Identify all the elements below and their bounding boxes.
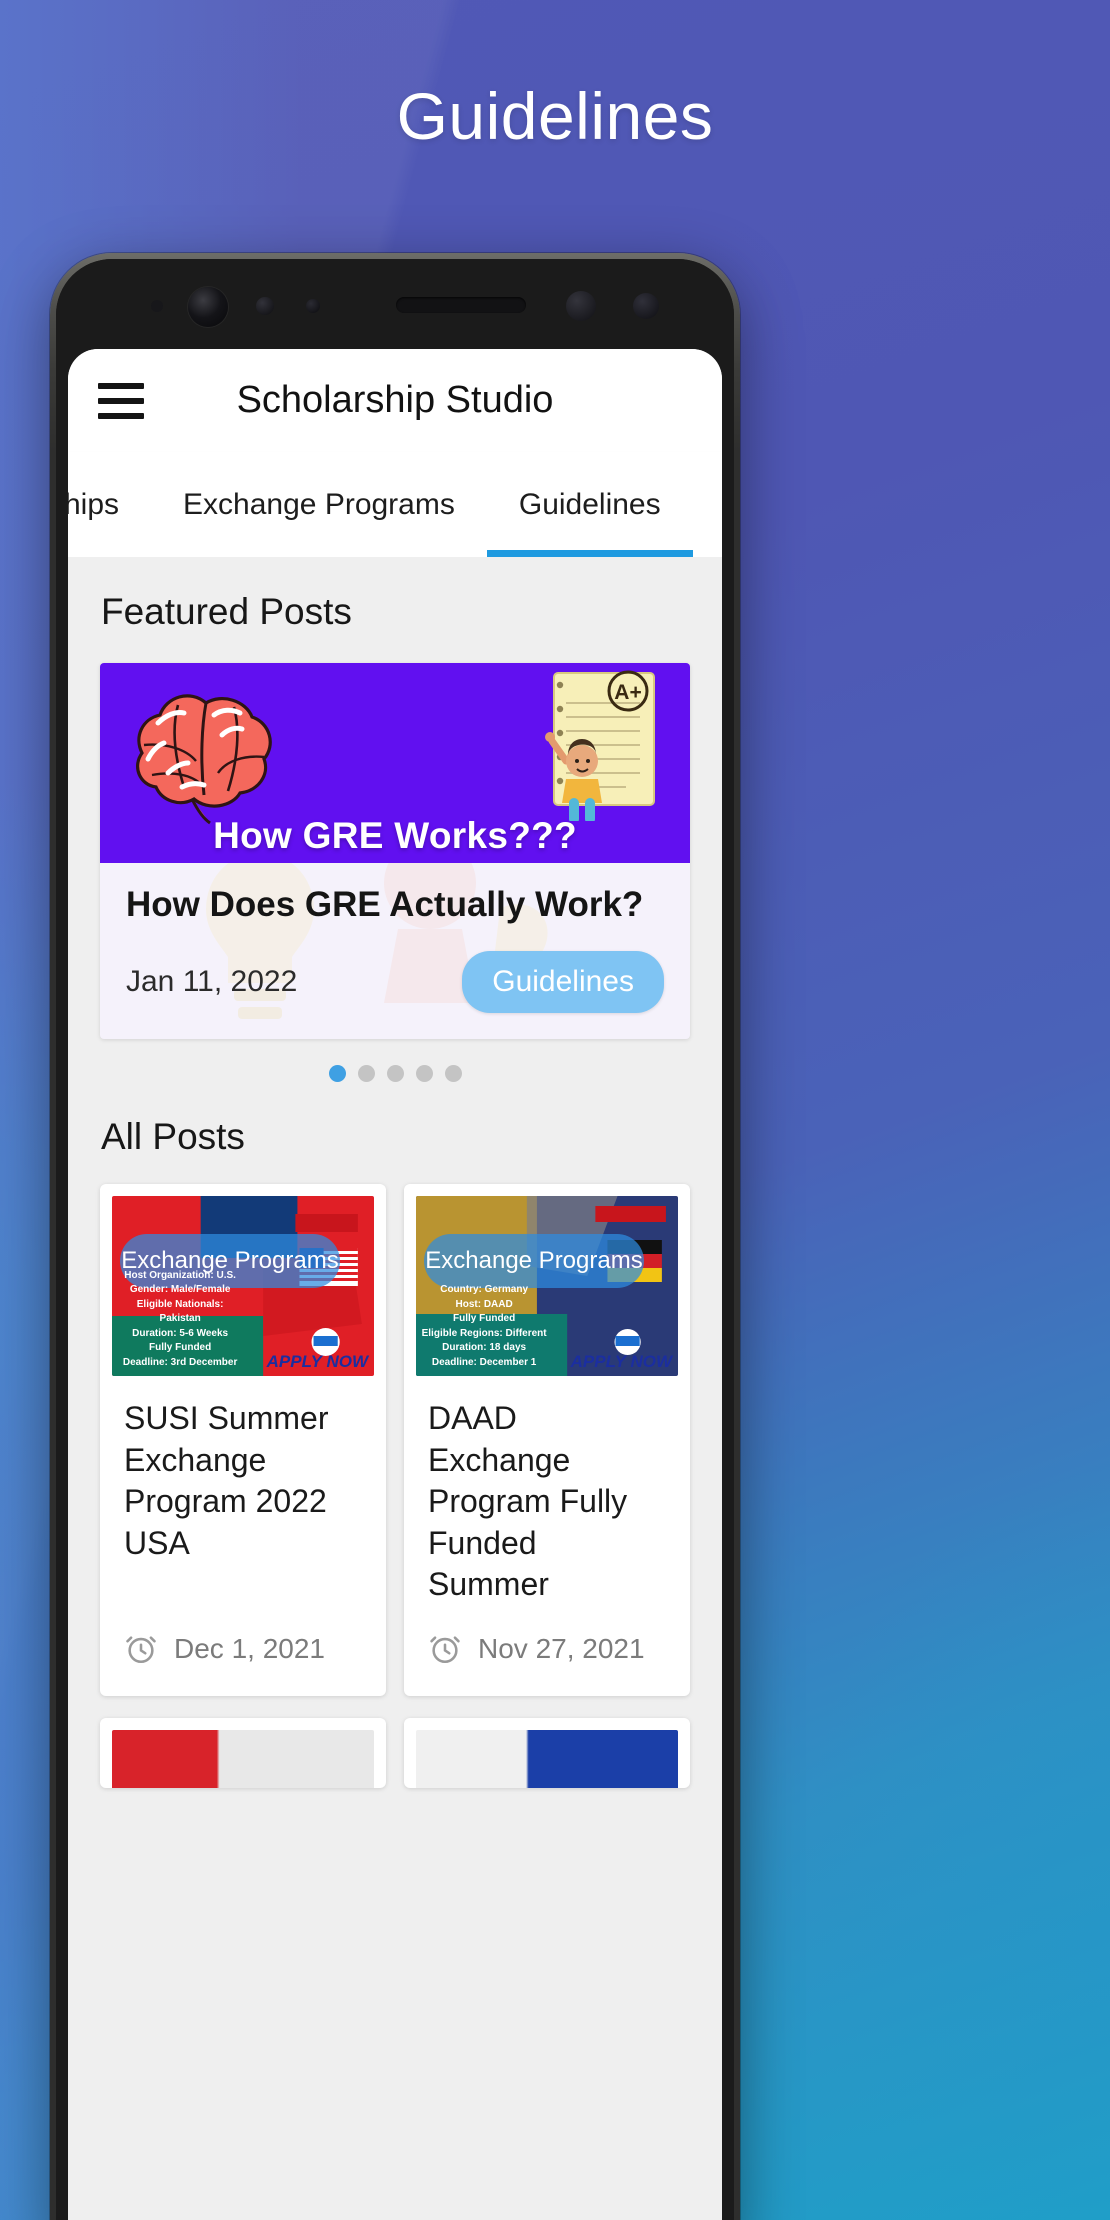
post-card[interactable] (100, 1717, 386, 1788)
app-title: Scholarship Studio (236, 379, 554, 421)
tab-scholarships[interactable]: hips (68, 452, 151, 557)
featured-post-title: How Does GRE Actually Work? (126, 885, 644, 924)
thumb-line: Country: Germany (440, 1284, 529, 1295)
post-thumb-cta: APPLY NOW (570, 1352, 672, 1371)
all-posts-heading: All Posts (101, 1116, 245, 1157)
carousel-dot-3[interactable] (386, 1065, 404, 1082)
post-card[interactable]: Exchange Programs Host Organization: U.S… (100, 1184, 386, 1696)
proximity-sensor-icon (256, 297, 274, 315)
banner-caption: How GRE Works??? (213, 815, 577, 856)
post-thumbnail (416, 1729, 678, 1788)
svg-text:A+: A+ (614, 681, 641, 704)
thumb-line: Deadline: 3rd December (122, 1356, 238, 1368)
earpiece-speaker-icon (396, 297, 526, 313)
post-date: Dec 1, 2021 (174, 1632, 325, 1664)
front-camera-icon (188, 287, 228, 327)
thumb-line: Host: DAAD (455, 1298, 513, 1310)
phone-bezel-top (56, 259, 734, 349)
graded-paper-illustration-icon: A+ (545, 670, 655, 821)
app-bar: Scholarship Studio (68, 349, 722, 452)
sensor-dot-icon (151, 300, 163, 312)
post-thumbnail: Exchange Programs Country: Germany Host:… (416, 1196, 678, 1376)
featured-post-card[interactable]: A+ How GRE Works??? How Does GRE Actuall… (100, 663, 690, 1039)
light-sensor-icon (306, 299, 320, 313)
all-posts-grid-next-row (100, 1717, 690, 1788)
secondary-camera-icon (633, 293, 659, 319)
thumb-line: Eligible Nationals: Pakistan (136, 1298, 224, 1325)
post-thumbnail (112, 1729, 374, 1788)
post-thumb-cta: APPLY NOW (266, 1352, 368, 1371)
tab-jobs[interactable]: Jobs (693, 452, 722, 557)
tab-guidelines[interactable]: Guidelines (486, 452, 693, 557)
thumb-line: Eligible Regions: Different (421, 1327, 547, 1339)
post-title: SUSI Summer Exchange Program 2022 USA (124, 1400, 329, 1561)
hero-title: Guidelines (396, 79, 714, 153)
post-thumb-details: Host Organization: U.S. Gender: Male/Fem… (112, 1263, 248, 1377)
post-title: DAAD Exchange Program Fully Funded Summe… (428, 1400, 628, 1603)
thumb-line: Duration: 5-6 Weeks (132, 1327, 229, 1339)
content-scroll-area[interactable]: Featured Posts A+ How GRE Works??? How D… (68, 557, 722, 2220)
tab-label: hips (68, 487, 120, 521)
post-thumbnail: Exchange Programs Host Organization: U.S… (112, 1196, 374, 1376)
post-date-row: Dec 1, 2021 (100, 1606, 386, 1696)
tab-bar: hips Exchange Programs Guidelines Jobs (68, 452, 722, 557)
alarm-clock-icon (430, 1636, 460, 1663)
thumb-line: Duration: 18 days (442, 1342, 527, 1353)
post-date-row: Nov 27, 2021 (404, 1606, 690, 1696)
tab-label: Guidelines (518, 487, 661, 521)
alarm-clock-icon (126, 1636, 156, 1663)
thumb-line: Fully Funded (453, 1313, 516, 1324)
featured-category-badge[interactable]: Guidelines (462, 951, 664, 1013)
featured-meta: How Does GRE Actually Work? Jan 11, 2022… (100, 863, 690, 1039)
carousel-dot-4[interactable] (415, 1065, 433, 1082)
featured-post-date: Jan 11, 2022 (126, 965, 298, 998)
carousel-page-indicator (68, 1065, 722, 1082)
thumb-line: Deadline: December 1 (431, 1356, 537, 1368)
featured-posts-heading: Featured Posts (101, 591, 352, 632)
carousel-dot-5[interactable] (444, 1065, 462, 1082)
phone-screen-frame: Scholarship Studio hips Exchange Program… (56, 259, 734, 2220)
hamburger-menu-icon[interactable] (98, 382, 144, 419)
phone-mockup: Scholarship Studio hips Exchange Program… (50, 253, 740, 2220)
thumb-line: Host Organization: U.S. (124, 1269, 236, 1281)
post-card[interactable]: Exchange Programs Country: Germany Host:… (404, 1184, 690, 1696)
post-date: Nov 27, 2021 (478, 1632, 645, 1664)
featured-post-footer: Jan 11, 2022 Guidelines (126, 951, 664, 1013)
brain-illustration-icon (136, 694, 272, 825)
thumb-line: Fully Funded (149, 1342, 212, 1353)
all-posts-grid: Exchange Programs Host Organization: U.S… (100, 1184, 690, 1696)
tab-label: Exchange Programs (183, 487, 455, 521)
app-screen: Scholarship Studio hips Exchange Program… (68, 349, 722, 2220)
carousel-dot-2[interactable] (357, 1065, 375, 1082)
post-thumb-details: Country: Germany Host: DAAD Fully Funded… (416, 1277, 552, 1376)
featured-banner-image: A+ How GRE Works??? (100, 663, 690, 863)
post-card[interactable] (404, 1717, 690, 1788)
carousel-dot-1[interactable] (328, 1065, 346, 1082)
iris-scanner-icon (566, 291, 596, 321)
tab-exchange-programs[interactable]: Exchange Programs (151, 452, 487, 557)
thumb-line: Gender: Male/Female (129, 1284, 231, 1295)
